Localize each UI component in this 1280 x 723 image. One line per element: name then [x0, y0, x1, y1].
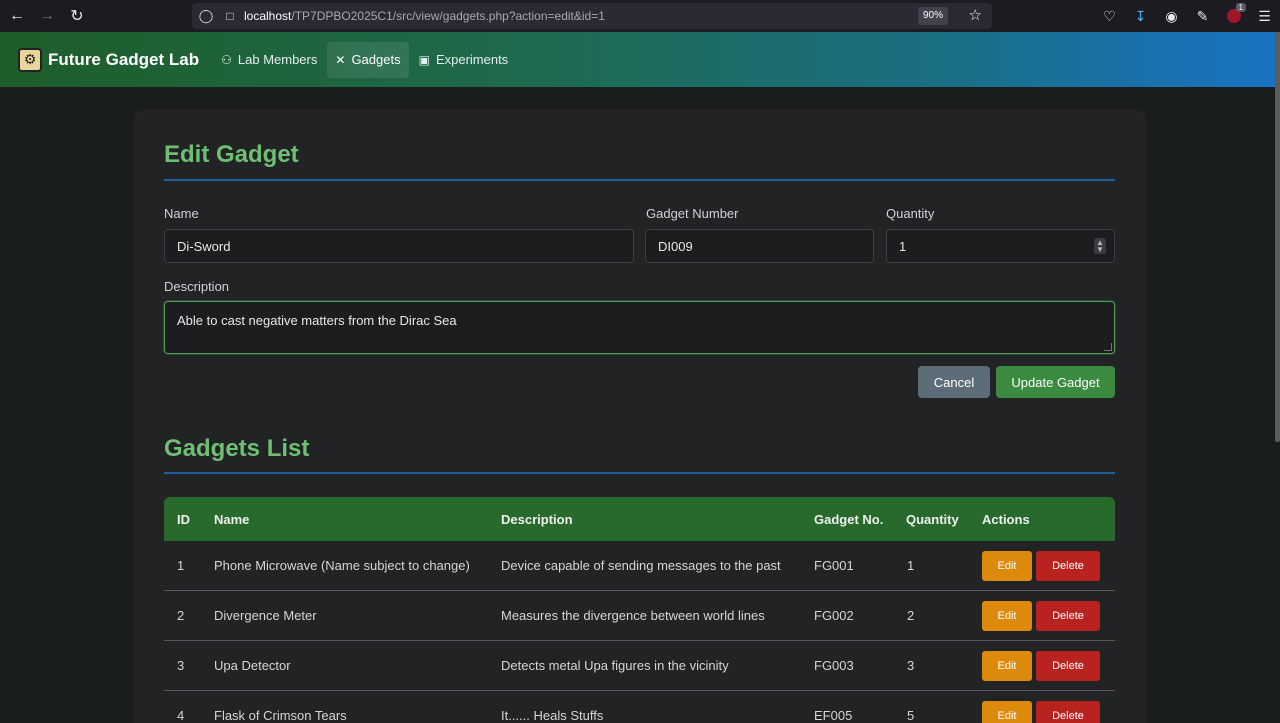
header-actions: Actions [982, 511, 1030, 527]
cell-actions: Edit Delete [982, 641, 1100, 690]
cell-quantity: 1 [907, 558, 915, 573]
cell-description: Measures the divergence between world li… [501, 608, 765, 623]
gadget-number-label: Gadget Number [646, 206, 739, 221]
cell-gadget-number: FG001 [814, 558, 854, 573]
header-description: Description [501, 511, 573, 527]
cell-description: Device capable of sending messages to th… [501, 558, 781, 573]
cell-actions: Edit Delete [982, 541, 1100, 590]
list-title-divider [164, 472, 1115, 474]
header-name: Name [214, 511, 250, 527]
header-gadget-number: Gadget No. [814, 511, 884, 527]
edit-button[interactable]: Edit [982, 650, 1032, 681]
table-header: ID Name Description Gadget No. Quantity … [164, 497, 1115, 541]
cancel-button[interactable]: Cancel [918, 366, 990, 398]
cell-description: It...... Heals Stuffs [501, 708, 604, 723]
table-row: 3 Upa Detector Detects metal Upa figures… [164, 641, 1115, 691]
nav-link-label: Gadgets [351, 52, 401, 67]
cell-gadget-number: FG002 [814, 608, 854, 623]
description-textarea[interactable]: Able to cast negative matters from the D… [164, 301, 1115, 354]
nav-link-label: Experiments [435, 52, 509, 67]
ublock-extension-icon[interactable]: 1 [1218, 3, 1249, 23]
reload-icon[interactable]: ↻ [62, 0, 92, 32]
gadgets-table: ID Name Description Gadget No. Quantity … [164, 497, 1115, 723]
delete-button[interactable]: Delete [1036, 700, 1100, 723]
cell-quantity: 3 [907, 658, 915, 673]
quantity-label: Quantity [886, 206, 935, 221]
chart-icon: ▣ [418, 52, 430, 67]
cell-name: Upa Detector [214, 658, 291, 673]
users-icon: ⚇ [221, 52, 232, 67]
cell-description: Detects metal Upa figures in the vicinit… [501, 658, 729, 673]
download-icon[interactable]: ↧ [1125, 8, 1156, 25]
extensions-icon[interactable]: ✎ [1187, 8, 1218, 25]
delete-button[interactable]: Delete [1036, 650, 1100, 681]
url-host: localhost [244, 9, 292, 23]
address-bar[interactable]: ◯ □ localhost/TP7DPBO2025C1/src/view/gad… [192, 3, 992, 29]
cell-gadget-number: EF005 [814, 708, 853, 723]
nav-link-experiments[interactable]: ▣ Experiments [411, 42, 517, 78]
cell-id: 4 [177, 708, 185, 723]
description-label: Description [164, 279, 230, 294]
table-row: 1 Phone Microwave (Name subject to chang… [164, 541, 1115, 591]
tools-icon: ✕ [335, 52, 346, 67]
forward-arrow-icon[interactable]: → [32, 0, 62, 32]
quantity-input[interactable]: 1 ▲ ▼ [886, 229, 1115, 263]
nav-link-label: Lab Members [237, 52, 318, 67]
edit-button[interactable]: Edit [982, 600, 1032, 631]
brand[interactable]: ⚙ Future Gadget Lab [18, 47, 200, 72]
cell-actions: Edit Delete [982, 591, 1100, 640]
lab-logo-icon: ⚙ [18, 47, 42, 72]
nav-link-gadgets[interactable]: ✕ Gadgets [327, 41, 409, 78]
form-title-divider [164, 179, 1115, 181]
table-row: 4 Flask of Crimson Tears It...... Heals … [164, 691, 1115, 723]
menu-icon[interactable]: ☰ [1249, 8, 1280, 25]
list-title: Gadgets List [164, 435, 310, 462]
edit-button[interactable]: Edit [982, 550, 1032, 581]
bookmark-star-icon[interactable]: ☆ [969, 6, 982, 24]
zoom-badge[interactable]: 90% [917, 7, 948, 25]
edit-button[interactable]: Edit [982, 700, 1032, 723]
header-quantity: Quantity [906, 511, 959, 527]
name-input[interactable]: Di-Sword [164, 229, 634, 263]
url-text[interactable]: localhost/TP7DPBO2025C1/src/view/gadgets… [244, 9, 605, 23]
cell-name: Phone Microwave (Name subject to change) [214, 558, 470, 573]
nav-link-lab-members[interactable]: ⚇ Lab Members [213, 42, 325, 78]
url-path: /TP7DPBO2025C1/src/view/gadgets.php?acti… [291, 9, 605, 23]
delete-button[interactable]: Delete [1036, 600, 1100, 631]
quantity-value: 1 [899, 238, 907, 254]
cell-name: Flask of Crimson Tears [214, 708, 347, 723]
pocket-icon[interactable]: ♡ [1094, 8, 1125, 25]
cell-gadget-number: FG003 [814, 658, 854, 673]
cell-quantity: 5 [907, 708, 915, 723]
app-navbar: ⚙ Future Gadget Lab ⚇ Lab Members ✕ Gadg… [0, 32, 1280, 87]
cell-actions: Edit Delete [982, 691, 1100, 723]
quantity-stepper[interactable]: ▲ ▼ [1094, 238, 1106, 254]
cell-id: 1 [177, 558, 185, 573]
cell-quantity: 2 [907, 608, 915, 623]
browser-toolbar: ← → ↻ ◯ □ localhost/TP7DPBO2025C1/src/vi… [0, 0, 1280, 32]
description-value: Able to cast negative matters from the D… [177, 313, 457, 328]
table-row: 2 Divergence Meter Measures the divergen… [164, 591, 1115, 641]
page-icon: □ [226, 9, 234, 23]
account-icon[interactable]: ◉ [1156, 8, 1187, 25]
page-scrollbar[interactable] [1275, 32, 1280, 442]
header-id: ID [177, 511, 190, 527]
cell-id: 2 [177, 608, 185, 623]
form-title: Edit Gadget [164, 141, 299, 168]
resize-handle[interactable] [1104, 343, 1112, 351]
cell-name: Divergence Meter [214, 608, 317, 623]
name-label: Name [164, 206, 199, 221]
shield-icon: ◯ [198, 8, 214, 23]
back-arrow-icon[interactable]: ← [2, 0, 32, 32]
brand-title: Future Gadget Lab [48, 49, 200, 69]
extension-badge-count: 1 [1235, 3, 1246, 12]
cell-id: 3 [177, 658, 185, 673]
update-gadget-button[interactable]: Update Gadget [996, 366, 1115, 398]
delete-button[interactable]: Delete [1036, 550, 1100, 581]
gadget-number-input[interactable]: DI009 [645, 229, 874, 263]
